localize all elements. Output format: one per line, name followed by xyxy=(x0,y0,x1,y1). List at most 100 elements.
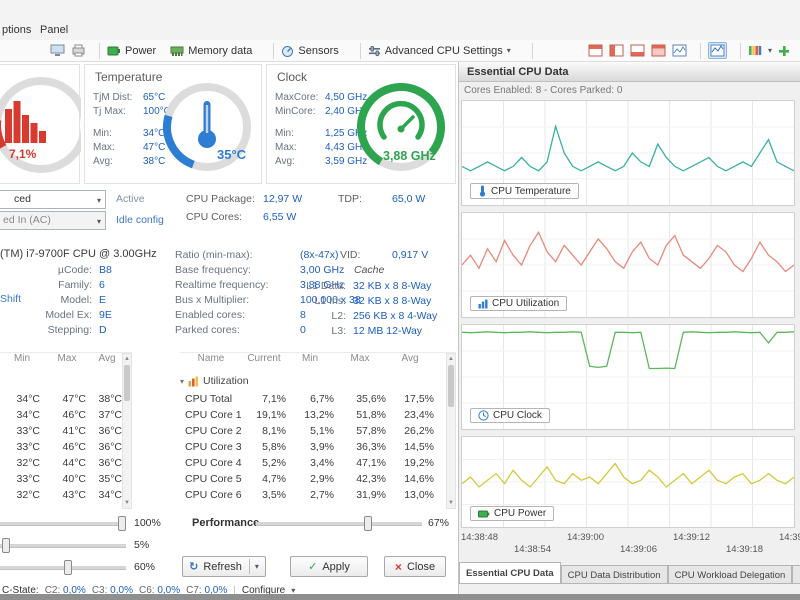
essential-data-toggle-icon[interactable] xyxy=(707,42,727,59)
panel-toggle-top-icon[interactable] xyxy=(588,44,603,57)
power-plan-select[interactable]: ed In (AC) ▾ xyxy=(0,211,106,230)
power-scheme-select[interactable]: ced ▾ xyxy=(0,190,106,209)
temperature-gauge xyxy=(163,83,251,171)
palette-icon[interactable] xyxy=(748,44,762,57)
panel-toggle-full-icon[interactable] xyxy=(651,44,666,57)
chevron-down-icon[interactable]: ▾ xyxy=(768,46,772,55)
scrollbar-thumb[interactable] xyxy=(448,365,454,407)
thermometer-icon xyxy=(479,185,486,197)
close-button[interactable]: × Close xyxy=(384,556,446,577)
chart-label-text: CPU Temperature xyxy=(491,185,571,197)
slider-track-1[interactable] xyxy=(0,522,126,526)
slider-track-3[interactable] xyxy=(0,566,126,570)
temp-table-row[interactable]: 33°C 40°C 35°C xyxy=(0,471,122,487)
col-header-avg[interactable]: Avg xyxy=(386,353,434,369)
c7-value: 0,0% xyxy=(204,584,228,595)
util-table-scrollbar[interactable]: ▲ ▼ xyxy=(446,353,456,509)
time-label: 14:39:24 xyxy=(779,532,800,543)
util-table-row[interactable]: CPU Core 2 8,1% 5,1% 57,8% 26,2% xyxy=(180,423,434,439)
configure-menu[interactable]: Configure xyxy=(242,585,285,595)
speed-shift-link[interactable]: Shift xyxy=(0,293,21,305)
temp-table-row[interactable]: 32°C 44°C 36°C xyxy=(0,455,122,471)
sensors-button[interactable]: Sensors xyxy=(281,45,339,57)
chart-panel-icon[interactable] xyxy=(672,44,687,57)
c2-label: C2: xyxy=(44,584,61,595)
kv-row: Base frequency: 3,00 GHz xyxy=(175,264,345,276)
util-table-row[interactable]: CPU Core 1 19,1% 13,2% 51,8% 23,4% xyxy=(180,407,434,423)
tab-cpu-workload-delegation[interactable]: CPU Workload Delegation xyxy=(667,565,793,584)
display-icon[interactable] xyxy=(50,44,65,57)
add-icon[interactable] xyxy=(778,45,790,57)
slider-track-2[interactable] xyxy=(0,544,126,548)
chevron-down-icon[interactable]: ▾ xyxy=(255,562,259,571)
panel-toggle-bottom-icon[interactable] xyxy=(630,44,645,57)
slider-value-3: 60% xyxy=(134,561,156,573)
menu-panel[interactable]: Panel xyxy=(40,24,68,36)
advanced-cpu-settings-button[interactable]: Advanced CPU Settings ▾ xyxy=(368,45,511,57)
toolbar: Power Memory data Sensors Advanced CPU S… xyxy=(0,40,800,62)
apply-button[interactable]: ✓ Apply xyxy=(290,556,368,577)
col-header-max[interactable]: Max xyxy=(44,353,90,369)
tab-memory[interactable]: Memory xyxy=(792,565,800,584)
util-table-row[interactable]: CPU Core 5 4,7% 2,9% 42,3% 14,6% xyxy=(180,471,434,487)
group-label: Utilization xyxy=(203,375,249,387)
menu-options[interactable]: ptions xyxy=(2,24,31,36)
performance-slider-thumb[interactable] xyxy=(364,516,372,531)
chart-label-text: CPU Utilization xyxy=(492,298,560,309)
expander-icon[interactable]: ▾ xyxy=(180,377,184,386)
kv-row: µCode: B8 xyxy=(57,264,112,276)
toolbar-separator xyxy=(359,42,361,59)
slider-thumb-2[interactable] xyxy=(2,538,10,553)
cpu-name: (TM) i7-9700F CPU @ 3.00GHz xyxy=(0,248,157,260)
tab-cpu-data-distribution[interactable]: CPU Data Distribution xyxy=(560,565,668,584)
scroll-down-icon[interactable]: ▼ xyxy=(447,498,455,508)
scheme-status: Active xyxy=(116,193,145,205)
memory-data-button[interactable]: Memory data xyxy=(170,45,252,57)
scrollbar-thumb[interactable] xyxy=(124,365,130,401)
temp-table-scrollbar[interactable]: ▲ ▼ xyxy=(122,353,132,509)
kv-row: Model: E xyxy=(60,294,107,306)
tab-essential-cpu-data[interactable]: Essential CPU Data xyxy=(459,562,561,584)
wrench-icon xyxy=(368,45,380,56)
temp-table-row[interactable]: 32°C 43°C 34°C xyxy=(0,487,122,503)
slider-thumb-1[interactable] xyxy=(118,516,126,531)
cache-title: Cache xyxy=(354,264,385,276)
util-table-row[interactable]: CPU Total 7,1% 6,7% 35,6% 17,5% xyxy=(180,391,434,407)
temp-table-row[interactable]: 33°C 46°C 36°C xyxy=(0,439,122,455)
panel-toggle-left-icon[interactable] xyxy=(609,44,624,57)
col-header-avg[interactable]: Avg xyxy=(90,353,124,369)
clock-value: 3,88 GHz xyxy=(383,149,436,163)
util-table-row[interactable]: CPU Core 3 5,8% 3,9% 36,3% 14,5% xyxy=(180,439,434,455)
slider-thumb-3[interactable] xyxy=(64,560,72,575)
col-header-min[interactable]: Min xyxy=(286,353,334,369)
c6-label: C6: xyxy=(138,584,155,595)
performance-slider-track[interactable] xyxy=(256,522,422,526)
util-table-row[interactable]: CPU Core 4 5,2% 3,4% 47,1% 19,2% xyxy=(180,455,434,471)
refresh-button[interactable]: ↻ Refresh ▾ xyxy=(182,556,266,577)
window-bottom-edge xyxy=(0,594,800,600)
printer-icon[interactable] xyxy=(71,44,86,57)
col-header-min[interactable]: Min xyxy=(0,353,44,369)
scroll-down-icon[interactable]: ▼ xyxy=(123,498,131,508)
col-header-current[interactable]: Current xyxy=(242,353,286,369)
bar-chart-icon xyxy=(478,299,488,308)
clock-title: Clock xyxy=(277,70,308,84)
toolbar-separator xyxy=(739,42,741,59)
util-table-row[interactable]: CPU Core 6 3,5% 2,7% 31,9% 13,0% xyxy=(180,487,434,503)
temp-table-row[interactable]: 34°C 46°C 37°C xyxy=(0,407,122,423)
col-header-max[interactable]: Max xyxy=(334,353,386,369)
chevron-down-icon[interactable]: ▾ xyxy=(291,586,295,595)
cpu-power-chart-button[interactable]: CPU Power xyxy=(470,506,555,521)
cpu-clock-chart-button[interactable]: CPU Clock xyxy=(470,408,550,423)
scroll-up-icon[interactable]: ▲ xyxy=(447,354,455,364)
temp-table-row[interactable]: 34°C 47°C 38°C xyxy=(0,391,122,407)
cpu-utilization-chart-button[interactable]: CPU Utilization xyxy=(470,296,568,311)
temp-table-row[interactable]: 33°C 41°C 36°C xyxy=(0,423,122,439)
cpu-temperature-chart-button[interactable]: CPU Temperature xyxy=(470,183,579,199)
scroll-up-icon[interactable]: ▲ xyxy=(123,354,131,364)
temperature-value: 35°C xyxy=(217,147,247,162)
power-button[interactable]: Power xyxy=(107,45,156,57)
col-header-name[interactable]: Name xyxy=(180,353,242,369)
idle-config-link[interactable]: Idle config xyxy=(116,214,164,226)
utilization-group-row[interactable]: ▾ Utilization xyxy=(180,373,440,389)
